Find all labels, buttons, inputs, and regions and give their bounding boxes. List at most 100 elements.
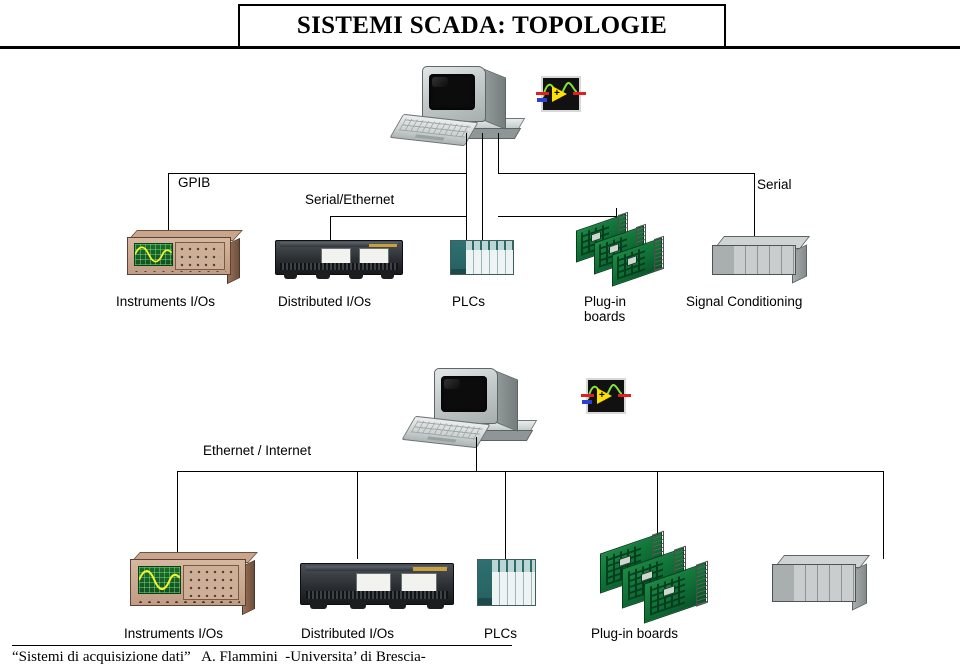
monitor-screen bbox=[441, 376, 487, 412]
bottom-label-distributed-io: Distributed I/Os bbox=[301, 626, 395, 641]
top-desktop-computer bbox=[389, 58, 530, 153]
bottom-desktop-computer bbox=[401, 360, 542, 455]
sc-front-face bbox=[772, 564, 856, 602]
top-label-plug-in-boards: Plug-in boards bbox=[584, 294, 627, 324]
plc-header bbox=[465, 241, 513, 250]
top-drop-plc bbox=[482, 216, 483, 240]
labview-plus: + bbox=[599, 390, 605, 401]
top-plc-icon bbox=[450, 240, 514, 275]
instrument-body bbox=[130, 559, 246, 606]
top-bus-plugin bbox=[498, 216, 616, 217]
instrument-knobs bbox=[187, 568, 236, 597]
label-serial-ethernet: Serial/Ethernet bbox=[305, 192, 395, 207]
top-instrument-icon bbox=[127, 230, 243, 285]
bottom-bus-ethernet bbox=[177, 471, 883, 472]
instrument-waveform bbox=[135, 246, 172, 263]
dio-foot-4 bbox=[427, 602, 444, 609]
top-link-serial-riser bbox=[498, 133, 499, 173]
plc-slots bbox=[465, 249, 513, 274]
top-bus-gpib bbox=[168, 173, 466, 174]
dio-foot-3 bbox=[389, 602, 406, 609]
dio-foot-2 bbox=[349, 602, 367, 609]
bottom-plc-icon bbox=[477, 559, 536, 606]
instrument-body bbox=[127, 237, 231, 275]
bottom-labview-icon: + bbox=[581, 378, 631, 414]
top-signal-conditioning-icon bbox=[712, 236, 811, 284]
monitor bbox=[422, 66, 486, 122]
sc-slot-fins bbox=[734, 246, 795, 274]
instrument-panel bbox=[174, 242, 225, 271]
top-distributed-io-icon bbox=[275, 240, 403, 279]
bottom-host-riser bbox=[476, 437, 477, 471]
top-label-signal-conditioning: Signal Conditioning bbox=[686, 294, 803, 309]
instrument-panel bbox=[183, 565, 240, 600]
labview-arrow-right bbox=[573, 92, 586, 95]
instrument-knobs bbox=[178, 244, 222, 268]
instrument-screen bbox=[134, 243, 173, 266]
label-gpib: GPIB bbox=[178, 175, 211, 190]
labview-arrow-left bbox=[536, 92, 549, 95]
top-drop-instruments bbox=[168, 173, 169, 237]
bottom-drop-signal-conditioning bbox=[883, 471, 884, 559]
top-label-distributed-io: Distributed I/Os bbox=[278, 294, 372, 309]
dio-foot-4 bbox=[380, 272, 395, 279]
page-title: SISTEMI SCADA: TOPOLOGIE bbox=[296, 12, 668, 39]
dio-foot-2 bbox=[316, 272, 331, 279]
dio-foot-1 bbox=[310, 602, 327, 609]
sc-front-face bbox=[712, 245, 796, 275]
dio-window-2 bbox=[401, 572, 437, 592]
instrument-feet bbox=[135, 597, 241, 603]
labview-blue-bar bbox=[537, 98, 547, 102]
label-serial: Serial bbox=[757, 177, 792, 192]
bottom-label-instruments: Instruments I/Os bbox=[124, 626, 224, 641]
labview-icon: + bbox=[536, 76, 586, 112]
sc-slot-fins bbox=[794, 565, 855, 601]
label-ethernet-internet: Ethernet / Internet bbox=[203, 443, 312, 458]
bottom-plug-in-boards-icon bbox=[600, 530, 710, 624]
footer-text: “Sistemi di acquisizione dati” A. Flammi… bbox=[12, 649, 426, 665]
monitor-screen bbox=[429, 74, 475, 110]
dio-foot-3 bbox=[349, 272, 363, 279]
bottom-drop-instruments bbox=[177, 471, 178, 559]
monitor bbox=[434, 368, 498, 424]
dio-connector-strip bbox=[279, 263, 399, 271]
sc-left-panel bbox=[713, 246, 736, 274]
top-link-gpib-riser bbox=[466, 133, 467, 243]
instrument-waveform bbox=[138, 570, 180, 591]
dio-gold-strip bbox=[369, 243, 397, 247]
top-drop-distributed-io bbox=[330, 216, 331, 240]
footer-divider bbox=[12, 645, 512, 646]
slide: SISTEMI SCADA: TOPOLOGIE + GPIB Serial/E… bbox=[0, 0, 960, 667]
labview-plus: + bbox=[554, 88, 560, 99]
title-box: SISTEMI SCADA: TOPOLOGIE bbox=[238, 4, 726, 48]
top-drop-signal-conditioning bbox=[754, 173, 755, 237]
labview-blue-bar bbox=[582, 400, 592, 404]
sc-left-panel bbox=[773, 565, 796, 601]
top-bus-serial bbox=[498, 173, 754, 174]
top-bus-serial-ethernet bbox=[330, 216, 466, 217]
plc-header bbox=[491, 560, 535, 572]
dio-window-1 bbox=[355, 572, 392, 592]
dio-foot-1 bbox=[283, 272, 298, 279]
bottom-drop-distributed-io bbox=[357, 471, 358, 559]
labview-arrow-right bbox=[618, 394, 631, 397]
board-connector bbox=[654, 235, 664, 273]
dio-connector-strip bbox=[305, 591, 449, 600]
bottom-signal-conditioning-icon bbox=[772, 555, 871, 611]
dio-window-1 bbox=[321, 248, 352, 265]
labview-arrow-left bbox=[581, 394, 594, 397]
bottom-distributed-io-icon bbox=[300, 563, 454, 609]
instrument-screen bbox=[137, 566, 181, 595]
plc-slots bbox=[491, 571, 535, 605]
title-divider bbox=[0, 46, 960, 49]
top-label-plcs: PLCs bbox=[452, 294, 486, 309]
top-plug-in-boards-icon bbox=[576, 211, 664, 287]
dio-gold-strip bbox=[413, 567, 447, 572]
bottom-label-plug-in-boards: Plug-in boards bbox=[591, 626, 679, 641]
plc-foot bbox=[478, 597, 492, 605]
dio-window-2 bbox=[359, 248, 389, 265]
bottom-label-plcs: PLCs bbox=[484, 626, 518, 641]
plc-header-slots bbox=[465, 241, 513, 250]
bottom-instrument-icon bbox=[130, 552, 258, 616]
bottom-drop-plc bbox=[505, 471, 506, 559]
